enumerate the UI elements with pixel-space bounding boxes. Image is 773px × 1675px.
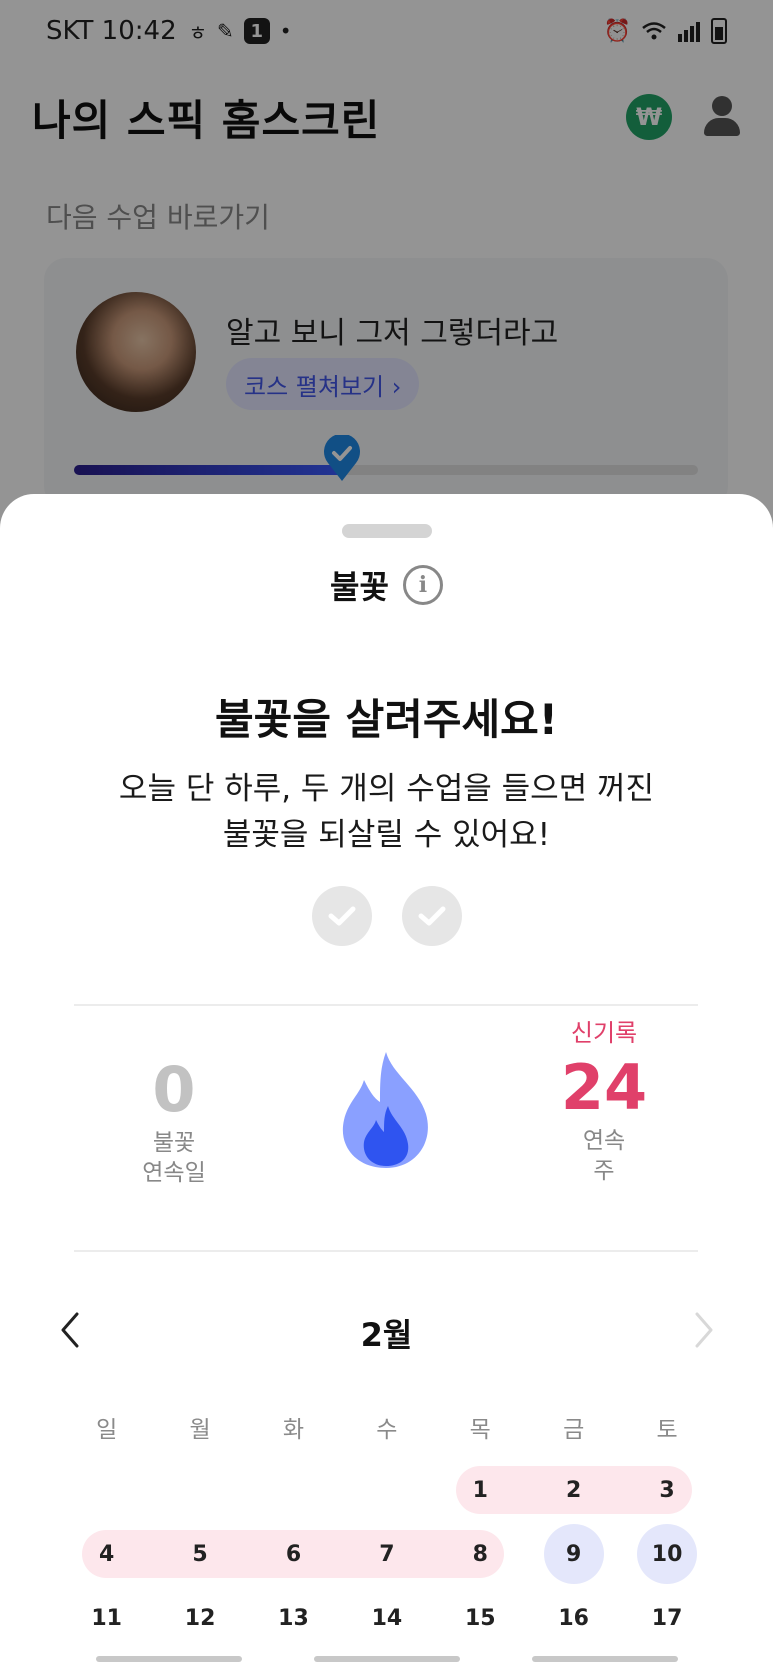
calendar-day[interactable]: 11 — [60, 1594, 153, 1642]
weekday-label: 수 — [376, 1417, 398, 1443]
system-nav-back[interactable] — [532, 1656, 678, 1662]
weekday-label: 화 — [282, 1417, 305, 1443]
lesson-check-icon — [401, 886, 462, 946]
weekly-streak-stat: 신기록 24 연속 주 — [534, 1016, 674, 1186]
info-icon[interactable]: i — [402, 565, 443, 605]
calendar-month-nav: 2월 — [0, 1302, 773, 1358]
weekday-label: 목 — [469, 1417, 491, 1443]
calendar-weekday-row: 일 월 화 수 목 금 토 — [60, 1410, 714, 1444]
weekday-label: 일 — [96, 1417, 118, 1443]
streak-bottom-sheet: 불꽃 i 불꽃을 살려주세요! 오늘 단 하루, 두 개의 수업을 들으면 꺼진… — [0, 494, 773, 1675]
calendar-day[interactable]: 14 — [340, 1594, 433, 1642]
weekly-streak-caption-1: 연속 — [582, 1128, 626, 1154]
lesson-check-row — [0, 886, 773, 946]
streak-days-caption-2: 연속일 — [142, 1160, 206, 1186]
calendar-month-label: 2월 — [360, 1316, 413, 1354]
weekday-label: 금 — [563, 1417, 585, 1443]
calendar-day[interactable]: 15 — [434, 1594, 527, 1642]
calendar-day[interactable]: 8 — [434, 1530, 527, 1578]
calendar-day[interactable]: 16 — [527, 1594, 620, 1642]
streak-days-stat: 0 불꽃 연속일 — [104, 1052, 244, 1188]
sheet-header: 불꽃 i — [0, 562, 773, 608]
streak-days-caption-1: 불꽃 — [152, 1130, 196, 1156]
system-nav-home[interactable] — [314, 1656, 460, 1662]
calendar-day[interactable]: 6 — [247, 1530, 340, 1578]
calendar-day[interactable]: 3 — [620, 1466, 713, 1514]
revive-description: 오늘 단 하루, 두 개의 수업을 들으면 꺼진 불꽃을 되살릴 수 있어요! — [60, 766, 713, 858]
weekly-streak-value: 24 — [560, 1051, 648, 1124]
revive-desc-line2: 불꽃을 되살릴 수 있어요! — [222, 817, 551, 853]
lesson-check-icon — [311, 886, 372, 946]
divider — [74, 1004, 698, 1006]
weekly-streak-caption-2: 주 — [593, 1158, 615, 1184]
calendar-day[interactable]: 4 — [60, 1530, 153, 1578]
weekday-label: 월 — [189, 1417, 211, 1443]
weekday-label: 토 — [656, 1417, 678, 1443]
calendar-week: 4 5 6 7 8 9 10 — [60, 1524, 714, 1584]
new-record-badge: 신기록 — [570, 1019, 638, 1047]
calendar-day[interactable]: 2 — [527, 1466, 620, 1514]
system-nav-recent[interactable] — [96, 1656, 242, 1662]
calendar-day[interactable]: 12 — [153, 1594, 246, 1642]
calendar-week: 11 12 13 14 15 16 17 — [60, 1594, 714, 1642]
calendar-day[interactable]: 7 — [340, 1530, 433, 1578]
sheet-drag-handle[interactable] — [342, 524, 432, 538]
calendar-day[interactable]: 9 — [527, 1530, 620, 1578]
chevron-right-icon — [682, 1308, 726, 1352]
flame-icon — [342, 1052, 428, 1168]
calendar-day[interactable]: 1 — [434, 1466, 527, 1514]
sheet-title: 불꽃 — [330, 568, 389, 606]
calendar-week: 1 2 3 — [60, 1466, 714, 1514]
divider — [74, 1250, 698, 1252]
revive-desc-line1: 오늘 단 하루, 두 개의 수업을 들으면 꺼진 — [118, 771, 655, 807]
calendar-day[interactable]: 5 — [153, 1530, 246, 1578]
calendar-day[interactable]: 10 — [620, 1530, 713, 1578]
calendar-day[interactable]: 13 — [247, 1594, 340, 1642]
calendar-day[interactable]: 17 — [620, 1594, 713, 1642]
streak-days-value: 0 — [152, 1053, 196, 1126]
revive-title: 불꽃을 살려주세요! — [215, 695, 558, 744]
